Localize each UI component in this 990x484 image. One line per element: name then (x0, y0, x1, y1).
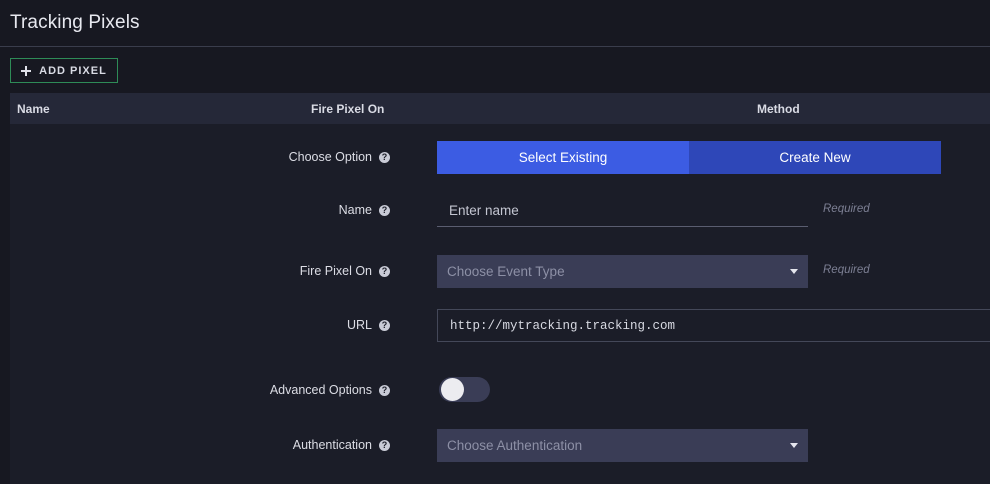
authentication-label-text: Authentication (292, 438, 372, 452)
name-label: Name ? (339, 203, 390, 217)
add-pixel-label: ADD PIXEL (39, 64, 107, 77)
chevron-down-icon (790, 443, 798, 448)
name-input[interactable] (437, 194, 808, 227)
advanced-options-toggle[interactable] (439, 377, 490, 402)
authentication-label: Authentication ? (293, 438, 390, 452)
event-type-placeholder: Choose Event Type (447, 264, 565, 279)
name-required-hint: Required (823, 203, 870, 215)
help-icon[interactable]: ? (379, 151, 390, 163)
name-label-text: Name (338, 203, 372, 217)
column-header-name: Name (17, 102, 50, 116)
toggle-knob (441, 378, 464, 401)
create-new-button[interactable]: Create New (689, 141, 941, 174)
select-existing-button[interactable]: Select Existing (437, 141, 689, 174)
page-title: Tracking Pixels (10, 12, 140, 33)
fire-pixel-on-label: Fire Pixel On ? (300, 264, 390, 278)
column-header-fire-pixel-on: Fire Pixel On (311, 102, 385, 116)
column-header-method: Method (757, 102, 800, 116)
authentication-placeholder: Choose Authentication (447, 438, 583, 453)
tracking-pixels-page: Tracking Pixels ADD PIXEL Name Fire Pixe… (0, 0, 990, 484)
fire-pixel-on-label-text: Fire Pixel On (299, 264, 372, 278)
choose-option-label-text: Choose Option (288, 150, 372, 164)
url-label-text: URL (346, 318, 372, 332)
advanced-options-label: Advanced Options ? (270, 383, 390, 397)
title-bar: Tracking Pixels (0, 0, 990, 47)
choose-option-toggle: Select Existing Create New (437, 141, 941, 174)
url-label: URL ? (347, 318, 390, 332)
table-header: Name Fire Pixel On Method (10, 93, 990, 124)
help-icon[interactable]: ? (379, 319, 390, 331)
url-input[interactable] (437, 309, 990, 342)
authentication-select[interactable]: Choose Authentication (437, 429, 808, 462)
advanced-options-label-text: Advanced Options (269, 383, 372, 397)
help-icon[interactable]: ? (379, 265, 390, 277)
help-icon[interactable]: ? (379, 384, 390, 396)
help-icon[interactable]: ? (379, 204, 390, 216)
help-icon[interactable]: ? (379, 439, 390, 451)
fire-pixel-required-hint: Required (823, 264, 870, 276)
chevron-down-icon (790, 269, 798, 274)
plus-icon (21, 65, 32, 76)
choose-option-label: Choose Option ? (289, 150, 390, 164)
add-pixel-button[interactable]: ADD PIXEL (10, 58, 118, 83)
event-type-select[interactable]: Choose Event Type (437, 255, 808, 288)
